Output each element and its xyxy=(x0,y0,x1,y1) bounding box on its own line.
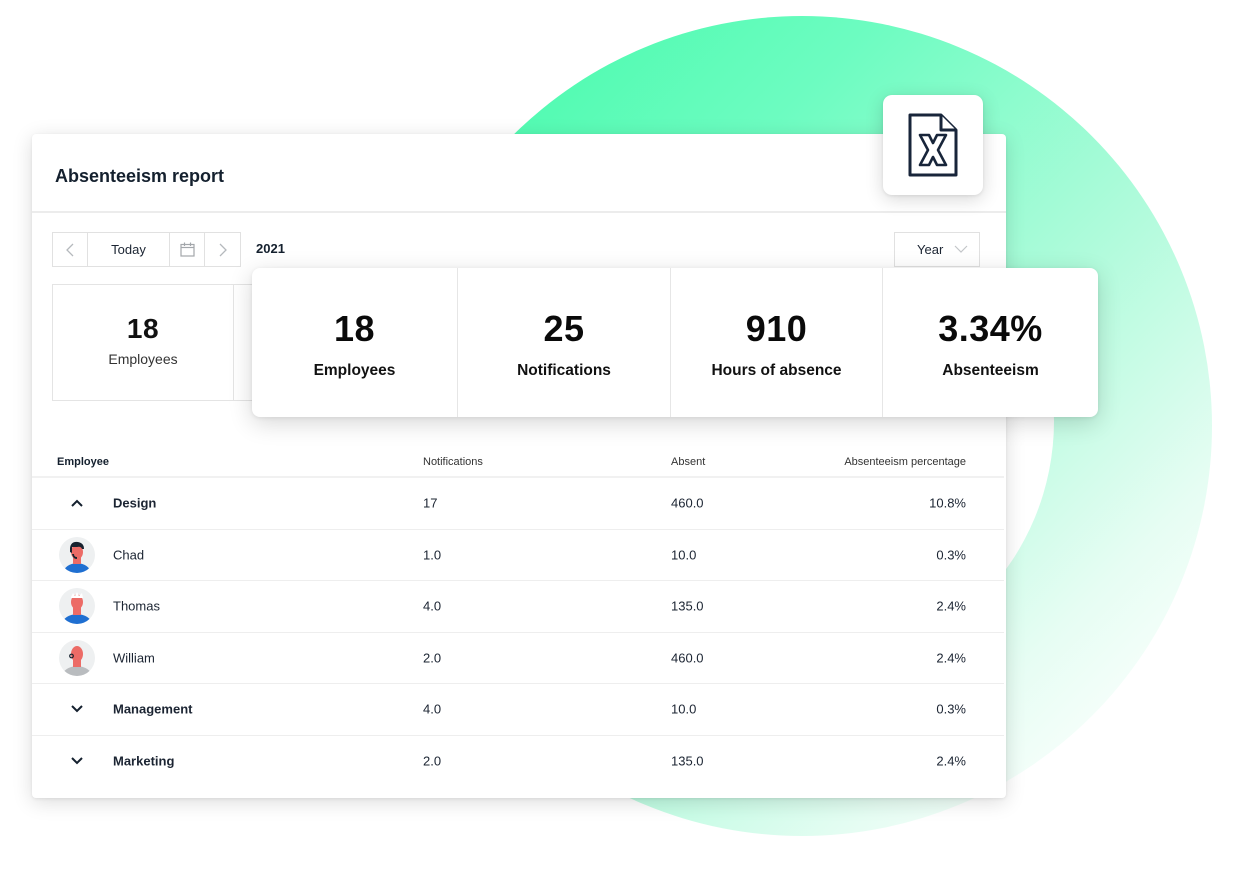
chevron-down-icon[interactable] xyxy=(70,754,84,768)
current-period-label: 2021 xyxy=(256,241,285,256)
period-select-dropdown[interactable]: Year xyxy=(894,232,980,267)
absent-value: 460.0 xyxy=(671,495,704,511)
report-title: Absenteeism report xyxy=(55,166,225,186)
absent-value: 135.0 xyxy=(671,598,704,614)
column-header-employee[interactable]: Employee xyxy=(57,456,109,468)
stat-label: Notifications xyxy=(517,362,611,379)
stat-card-absenteeism: 3.34% Absenteeism xyxy=(883,268,1098,417)
table-row-group[interactable]: Design 17 460.0 10.8% xyxy=(32,478,1004,530)
notifications-value: 17 xyxy=(423,495,438,511)
avatar-chad xyxy=(59,536,95,573)
stat-label: Employees xyxy=(108,351,178,367)
next-period-button[interactable] xyxy=(205,233,240,266)
absent-value: 10.0 xyxy=(671,547,697,563)
avatar-william xyxy=(59,639,95,676)
stat-label: Absenteeism xyxy=(942,362,1039,379)
chevron-up-icon[interactable] xyxy=(70,496,84,510)
absent-value: 460.0 xyxy=(671,650,704,666)
column-header-notifications[interactable]: Notifications xyxy=(423,456,483,468)
avatar-thomas xyxy=(59,588,95,625)
stat-value: 25 xyxy=(543,308,585,349)
employee-name: Thomas xyxy=(113,598,160,614)
summary-stats-overlay: 18 Employees 25 Notifications 910 Hours … xyxy=(252,268,1098,417)
stat-label: Hours of absence xyxy=(711,362,842,379)
calendar-button[interactable] xyxy=(170,233,205,266)
percentage-value: 0.3% xyxy=(936,701,966,717)
chevron-right-icon xyxy=(219,243,227,256)
absenteeism-report-card: Absenteeism report Today 2021 Year 18 Em… xyxy=(32,134,1006,798)
notifications-value: 2.0 xyxy=(423,753,442,769)
percentage-value: 2.4% xyxy=(936,598,966,614)
today-button[interactable]: Today xyxy=(88,233,170,266)
notifications-value: 1.0 xyxy=(423,547,442,563)
stat-card-notifications: 25 Notifications xyxy=(458,268,671,417)
group-name: Management xyxy=(113,701,193,717)
percentage-value: 10.8% xyxy=(929,495,966,511)
calendar-icon xyxy=(179,242,195,257)
previous-period-button[interactable] xyxy=(53,233,88,266)
chevron-left-icon xyxy=(66,243,74,256)
chevron-down-icon xyxy=(954,245,968,253)
notifications-value: 4.0 xyxy=(423,598,442,614)
absent-value: 10.0 xyxy=(671,701,697,717)
stat-card-employees: 18 Employees xyxy=(52,284,234,401)
group-name: Marketing xyxy=(113,753,175,769)
employee-name: Chad xyxy=(113,547,145,563)
table-header: Employee Notifications Absent Absenteeis… xyxy=(32,448,1004,478)
table-row-employee[interactable]: William 2.0 460.0 2.4% xyxy=(32,633,1004,684)
column-header-absenteeism-percentage[interactable]: Absenteeism percentage xyxy=(844,456,966,468)
header-divider xyxy=(32,211,1006,213)
stat-value: 18 xyxy=(126,313,160,344)
table-row-group[interactable]: Management 4.0 10.0 0.3% xyxy=(32,684,1004,736)
stat-value: 3.34% xyxy=(938,308,1043,349)
group-name: Design xyxy=(113,495,157,511)
percentage-value: 0.3% xyxy=(936,547,966,563)
stat-value: 910 xyxy=(745,308,808,349)
stat-card-hours-of-absence: 910 Hours of absence xyxy=(671,268,883,417)
excel-file-icon xyxy=(908,113,958,177)
column-header-absent[interactable]: Absent xyxy=(671,456,705,468)
export-excel-button[interactable] xyxy=(883,95,983,195)
percentage-value: 2.4% xyxy=(936,753,966,769)
table-row-group[interactable]: Marketing 2.0 135.0 2.4% xyxy=(32,736,1004,788)
stat-label: Employees xyxy=(313,362,396,379)
period-select-value: Year xyxy=(917,242,944,257)
percentage-value: 2.4% xyxy=(936,650,966,666)
stat-value: 18 xyxy=(333,308,376,349)
employee-name: William xyxy=(113,650,155,666)
date-navigator: Today xyxy=(52,232,241,267)
notifications-value: 4.0 xyxy=(423,701,442,717)
table-row-employee[interactable]: Thomas 4.0 135.0 2.4% xyxy=(32,581,1004,633)
stat-card-employees: 18 Employees xyxy=(252,268,458,417)
chevron-down-icon[interactable] xyxy=(70,702,84,716)
absent-value: 135.0 xyxy=(671,753,704,769)
absenteeism-table: Employee Notifications Absent Absenteeis… xyxy=(32,448,1004,787)
table-row-employee[interactable]: Chad 1.0 10.0 0.3% xyxy=(32,530,1004,581)
notifications-value: 2.0 xyxy=(423,650,442,666)
